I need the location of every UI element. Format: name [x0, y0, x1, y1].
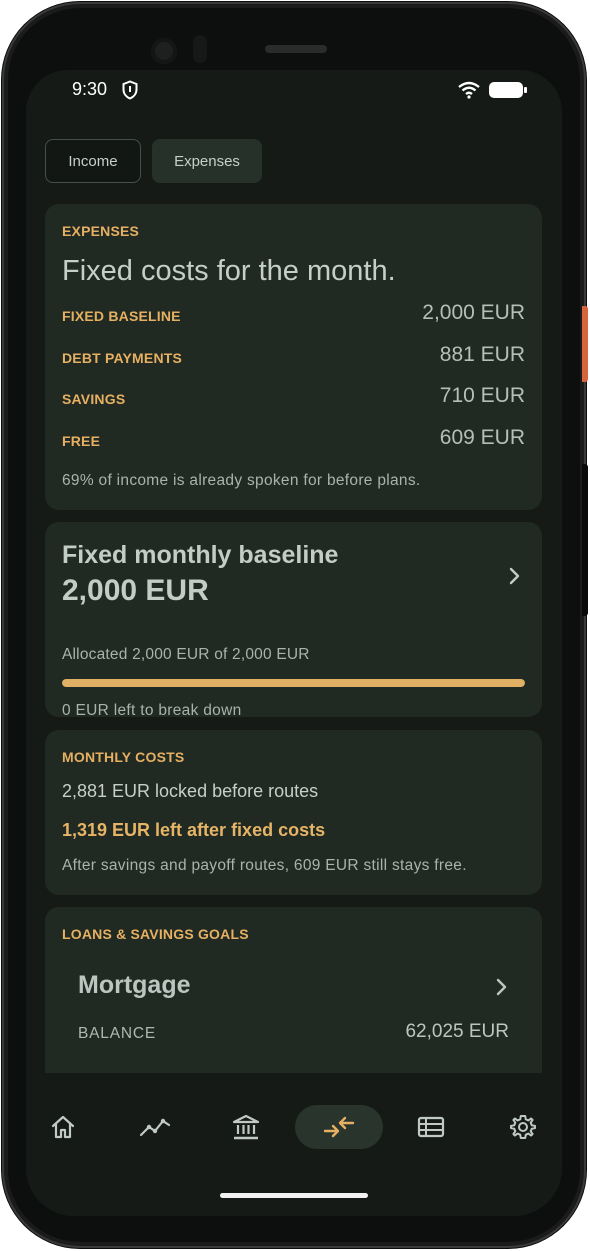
bottom-navigation [26, 1073, 562, 1216]
goal-balance-label: BALANCE [78, 1025, 156, 1042]
nav-list[interactable] [387, 1105, 475, 1149]
expenses-footnote: 69% of income is already spoken for befo… [62, 472, 421, 489]
fixed-baseline-card[interactable]: Fixed monthly baseline 2,000 EUR Allocat… [45, 522, 542, 719]
nav-home[interactable] [26, 1105, 107, 1149]
baseline-left-text: 0 EUR left to break down [62, 702, 242, 719]
baseline-progress-fill [62, 679, 525, 687]
expenses-headline: Fixed costs for the month. [62, 255, 396, 287]
app-screen: 9:30 Income Expenses EXPENSES Fixed cost… [26, 70, 562, 1216]
nav-transfers[interactable] [295, 1105, 383, 1149]
tab-income[interactable]: Income [45, 139, 141, 183]
nav-trends[interactable] [111, 1105, 199, 1149]
bank-icon [232, 1114, 260, 1140]
goals-card: LOANS & SAVINGS GOALS Mortgage BALANCE 6… [45, 907, 542, 1087]
battery-icon [489, 82, 527, 98]
sensor [193, 35, 207, 63]
expenses-label: EXPENSES [62, 223, 140, 239]
nav-settings[interactable] [479, 1105, 562, 1149]
status-time: 9:30 [72, 79, 108, 99]
nav-accounts[interactable] [202, 1105, 290, 1149]
expense-row-savings: SAVINGS 710 EUR [62, 384, 525, 414]
front-camera [151, 38, 177, 64]
expense-row-label: FREE [62, 433, 101, 449]
expense-row-fixed-baseline: FIXED BASELINE 2,000 EUR [62, 301, 525, 331]
baseline-progress-bar [62, 679, 525, 687]
monthly-costs-label: MONTHLY COSTS [62, 749, 185, 765]
expense-row-label: DEBT PAYMENTS [62, 350, 183, 366]
power-button [582, 306, 588, 382]
goal-title[interactable]: Mortgage [78, 971, 191, 1000]
earpiece-speaker [265, 45, 327, 53]
tab-expenses[interactable]: Expenses [152, 139, 262, 183]
chevron-right-icon[interactable] [508, 566, 522, 591]
expenses-summary-card: EXPENSES Fixed costs for the month. FIXE… [45, 204, 542, 510]
expense-row-label: SAVINGS [62, 391, 126, 407]
tab-expenses-label: Expenses [174, 152, 240, 170]
expense-row-free: FREE 609 EUR [62, 426, 525, 456]
goal-balance-value: 62,025 EUR [405, 1021, 509, 1042]
monthly-costs-card: MONTHLY COSTS 2,881 EUR locked before ro… [45, 730, 542, 895]
monthly-costs-note: After savings and payoff routes, 609 EUR… [62, 857, 467, 874]
list-icon [417, 1116, 445, 1138]
shield-icon [122, 80, 138, 105]
tab-income-label: Income [68, 152, 118, 170]
chevron-right-icon[interactable] [495, 977, 509, 1002]
baseline-amount: 2,000 EUR [62, 574, 209, 607]
baseline-title: Fixed monthly baseline [62, 541, 339, 569]
wifi-icon [458, 81, 480, 104]
expense-row-value: 710 EUR [439, 384, 525, 407]
expense-row-value: 2,000 EUR [422, 301, 525, 324]
goals-label: LOANS & SAVINGS GOALS [62, 926, 249, 942]
gear-icon [510, 1115, 536, 1139]
expense-row-value: 881 EUR [439, 343, 525, 366]
transfer-arrows-icon [323, 1116, 355, 1138]
status-bar: 9:30 [26, 70, 562, 110]
monthly-costs-locked: 2,881 EUR locked before routes [62, 781, 319, 801]
expense-row-debt-payments: DEBT PAYMENTS 881 EUR [62, 343, 525, 373]
trend-icon [139, 1118, 171, 1137]
baseline-allocated: Allocated 2,000 EUR of 2,000 EUR [62, 646, 310, 663]
home-icon [51, 1115, 75, 1139]
home-indicator[interactable] [220, 1193, 368, 1198]
volume-button [582, 464, 588, 616]
monthly-costs-left-after: 1,319 EUR left after fixed costs [62, 820, 326, 840]
expense-row-value: 609 EUR [439, 426, 525, 449]
expense-row-label: FIXED BASELINE [62, 308, 181, 324]
